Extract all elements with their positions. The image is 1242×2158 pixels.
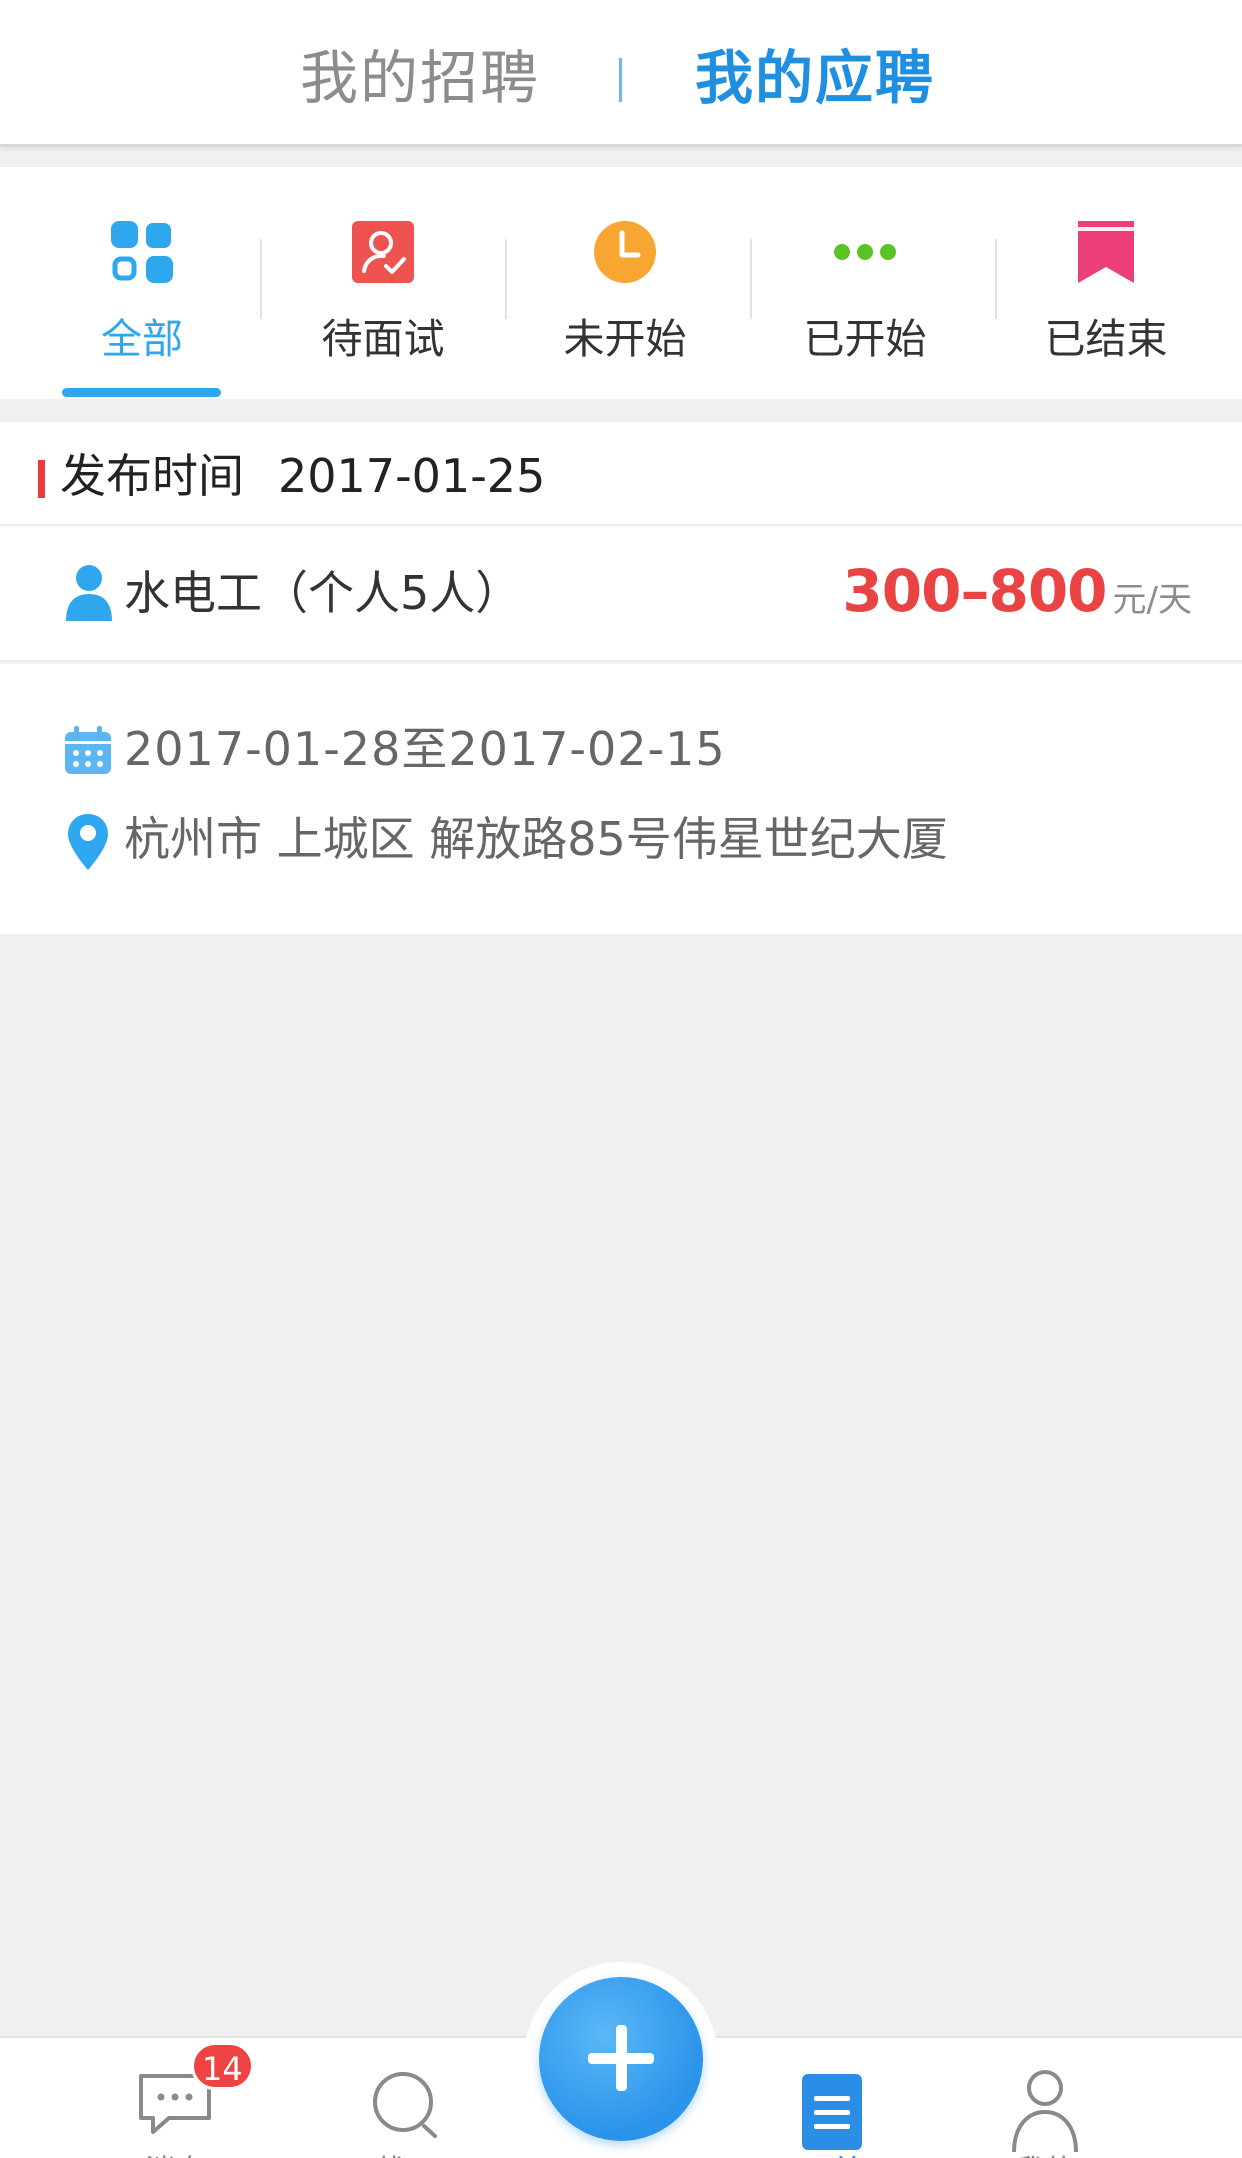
publish-time-label: 发布时间: [60, 449, 244, 503]
filter-started-label: 已开始: [803, 315, 927, 363]
salary-value: 300–800: [842, 557, 1107, 625]
nav-work-orders[interactable]: 工单: [752, 2038, 912, 2158]
filter-not-started[interactable]: 未开始: [525, 167, 725, 399]
nav-work-orders-label: 工单: [752, 2146, 912, 2158]
work-date-range: 2017-01-28至2017-02-15: [124, 722, 726, 776]
filter-all[interactable]: 全部: [42, 167, 242, 399]
filter-ended-label: 已结束: [1044, 315, 1168, 363]
nav-find-work[interactable]: 找工: [327, 2038, 487, 2158]
filter-active-underline: [62, 388, 221, 397]
add-button[interactable]: [539, 1977, 703, 2141]
interview-icon: [352, 221, 414, 283]
filter-separator: [505, 239, 507, 319]
location-pin-icon: [68, 814, 108, 870]
job-title: 水电工（个人5人）: [124, 566, 522, 620]
tab-my-application[interactable]: 我的应聘: [695, 40, 935, 116]
filter-separator: [995, 239, 997, 319]
job-title-row[interactable]: 水电工（个人5人） 300–800 元/天: [0, 526, 1242, 662]
publish-time-row: 发布时间 2017-01-25: [0, 422, 1242, 526]
filter-pending-interview-label: 待面试: [321, 315, 445, 363]
section-marker: [38, 460, 45, 498]
salary: 300–800 元/天: [842, 556, 1192, 641]
filter-separator: [260, 239, 262, 319]
job-details[interactable]: 2017-01-28至2017-02-15 杭州市 上城区 解放路85号伟星世纪…: [0, 664, 1242, 934]
search-icon: [373, 2072, 437, 2138]
nav-profile-label: 我的: [965, 2146, 1125, 2158]
message-count-badge: 14: [191, 2042, 254, 2090]
filter-not-started-label: 未开始: [563, 315, 687, 363]
order-list-icon: [802, 2074, 862, 2150]
calendar-icon: [65, 726, 111, 774]
clock-icon: [594, 221, 656, 283]
status-filter-bar: 全部 待面试 未开始 已开始 已结束: [0, 167, 1242, 399]
top-header: 我的招聘 我的应聘: [0, 0, 1242, 147]
person-icon: [66, 565, 112, 621]
publish-date: 2017-01-25: [278, 449, 546, 503]
dots-icon: [834, 244, 896, 260]
grid-icon: [111, 221, 173, 283]
work-location: 杭州市 上城区 解放路85号伟星世纪大厦: [124, 812, 948, 866]
filter-all-label: 全部: [101, 315, 183, 363]
tab-divider: [619, 58, 622, 102]
nav-messages-label: 消息: [95, 2146, 255, 2158]
filter-started[interactable]: 已开始: [765, 167, 965, 399]
filter-ended[interactable]: 已结束: [1006, 167, 1206, 399]
nav-profile[interactable]: 我的: [965, 2038, 1125, 2158]
nav-messages[interactable]: 14 消息: [95, 2038, 255, 2158]
user-icon: [1012, 2070, 1078, 2152]
filter-separator: [750, 239, 752, 319]
bookmark-icon: [1078, 221, 1134, 283]
publish-time: 发布时间 2017-01-25: [60, 448, 545, 504]
salary-unit: 元/天: [1112, 580, 1192, 620]
tab-my-recruitment[interactable]: 我的招聘: [300, 40, 540, 116]
filter-pending-interview[interactable]: 待面试: [283, 167, 483, 399]
plus-icon-vertical: [616, 2025, 627, 2091]
nav-find-work-label: 找工: [327, 2146, 487, 2158]
